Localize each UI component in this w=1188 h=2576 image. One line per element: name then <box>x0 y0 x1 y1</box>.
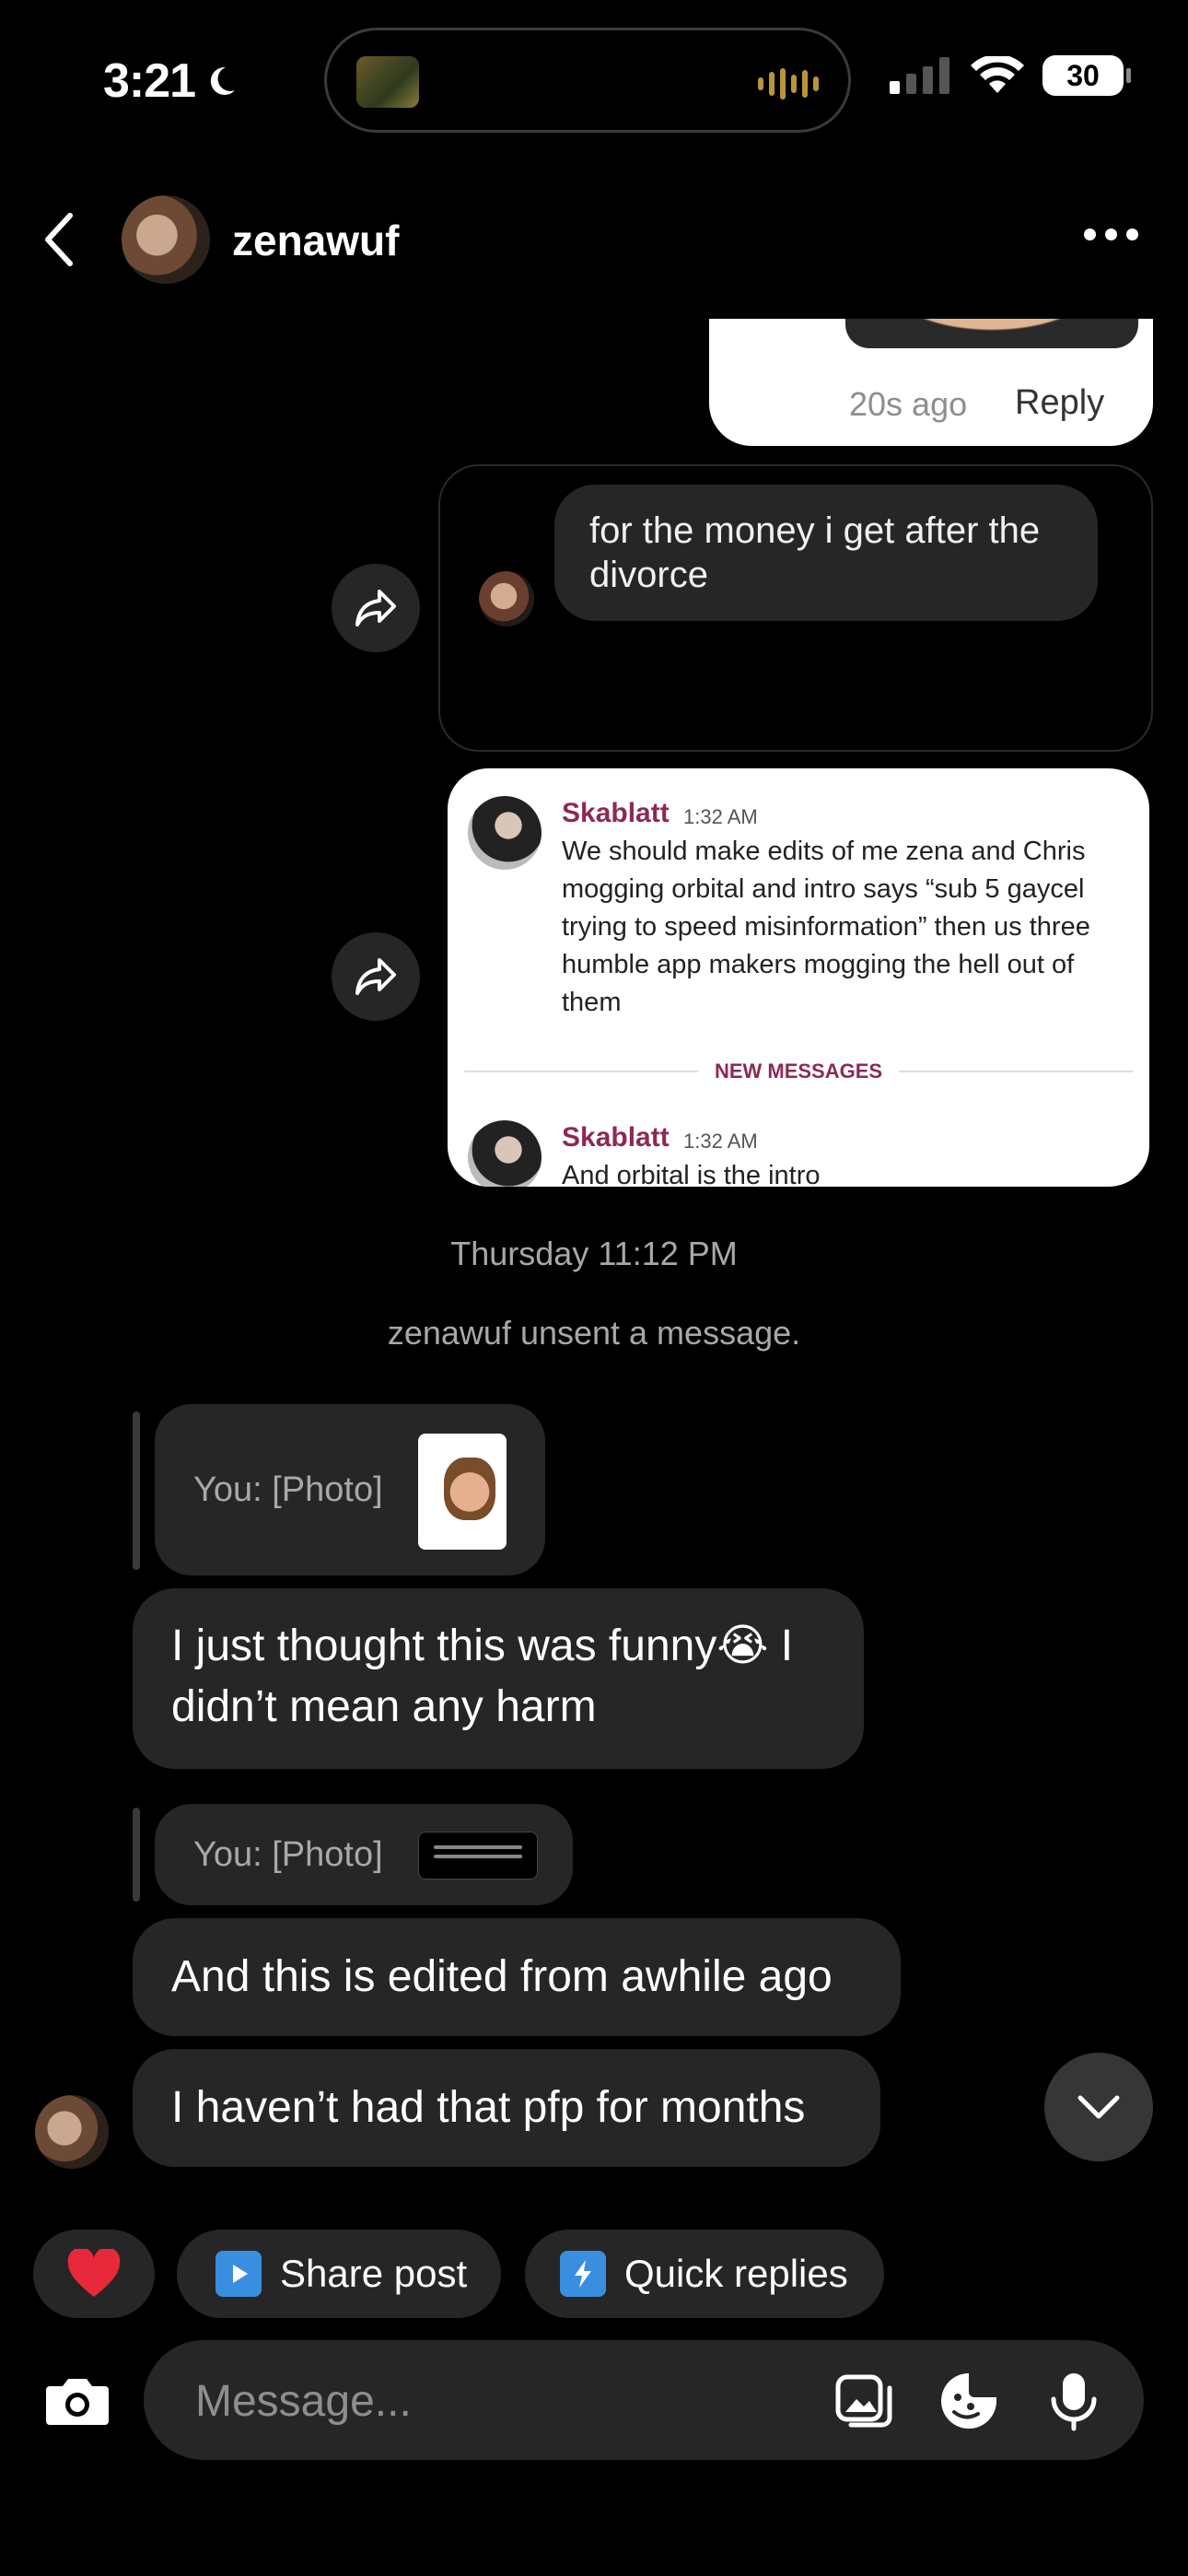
reply-indicator-bar <box>133 1808 140 1902</box>
quick-replies-label: Quick replies <box>624 2252 848 2295</box>
gallery-icon[interactable] <box>833 2370 895 2432</box>
message-bubble[interactable]: I haven’t had that pfp for months <box>133 2049 880 2167</box>
message-bubble[interactable]: And this is edited from awhile ago <box>133 1918 901 2036</box>
forward-button[interactable] <box>332 564 420 652</box>
discord-message-text: We should make edits of me zena and Chri… <box>562 837 1090 1017</box>
shared-post-reply-button[interactable]: Reply <box>1015 383 1104 423</box>
more-icon <box>1084 228 1096 240</box>
shared-post-time: 20s ago <box>849 385 968 423</box>
signal-icon <box>890 57 949 94</box>
back-icon <box>45 213 73 266</box>
discord-message-text: And orbital is the intro <box>562 1161 821 1187</box>
share-post-button[interactable]: Share post <box>177 2230 501 2318</box>
message-bubble[interactable]: I just thought this was funny😭 I didn’t … <box>133 1588 864 1769</box>
reply-quote-label: You: [Photo] <box>193 1470 383 1509</box>
camera-button[interactable] <box>42 2366 112 2436</box>
reply-quote-thumbnail <box>418 1434 507 1550</box>
reply-quote[interactable]: You: [Photo] <box>155 1804 573 1905</box>
discord-username: Skablatt <box>562 1122 670 1153</box>
unsent-notice: zenawuf unsent a message. <box>387 1314 801 1352</box>
chevron-down-icon <box>1077 2095 1120 2119</box>
discord-username: Skablatt <box>562 798 670 828</box>
wifi-icon <box>971 56 1024 93</box>
header-username[interactable]: zenawuf <box>232 216 399 265</box>
dynamic-island[interactable] <box>324 28 851 133</box>
quick-replies-icon <box>560 2251 606 2297</box>
now-playing-artwork <box>356 56 419 108</box>
discord-time: 1:32 AM <box>683 1130 758 1153</box>
back-button[interactable] <box>41 210 77 274</box>
message-composer[interactable] <box>144 2340 1144 2460</box>
heart-icon <box>67 2249 121 2297</box>
reshared-message-bubble: for the money i get after the divorce <box>554 485 1098 621</box>
discord-avatar <box>468 1120 542 1187</box>
sticker-icon[interactable] <box>938 2370 1000 2432</box>
battery-indicator: 30 <box>1042 55 1131 96</box>
chat-timestamp: Thursday 11:12 PM <box>450 1235 738 1272</box>
more-options-button[interactable] <box>1084 228 1138 240</box>
share-post-label: Share post <box>280 2252 468 2295</box>
reply-quote-thumbnail <box>418 1832 538 1879</box>
reply-quote[interactable]: You: [Photo] <box>155 1404 545 1575</box>
photo-message[interactable]: Skablatt 1:32 AM We should make edits of… <box>448 768 1149 1187</box>
discord-time: 1:32 AM <box>683 805 758 828</box>
camera-icon <box>46 2379 109 2425</box>
forward-button[interactable] <box>332 932 420 1021</box>
shared-post-image <box>845 319 1138 348</box>
reshared-avatar <box>479 571 534 626</box>
new-messages-divider: NEW MESSAGES <box>464 1060 1134 1083</box>
audio-waveform-icon <box>758 65 819 102</box>
forward-icon <box>355 958 396 995</box>
message-input[interactable] <box>193 2366 842 2436</box>
header-avatar[interactable] <box>122 195 210 284</box>
shared-post-card[interactable]: 20s ago Reply <box>709 319 1153 446</box>
scroll-to-bottom-button[interactable] <box>1044 2053 1153 2161</box>
quick-replies-button[interactable]: Quick replies <box>525 2230 884 2318</box>
forward-icon <box>355 590 396 626</box>
status-time: 3:21 <box>103 53 239 109</box>
status-icons: 30 <box>890 55 1131 96</box>
share-post-icon <box>215 2251 262 2297</box>
moon-icon <box>210 66 236 95</box>
reply-quote-label: You: [Photo] <box>193 1835 383 1874</box>
reply-indicator-bar <box>133 1411 140 1570</box>
sender-avatar[interactable] <box>35 2095 109 2169</box>
microphone-icon[interactable] <box>1042 2370 1105 2432</box>
heart-button[interactable] <box>33 2230 155 2318</box>
discord-avatar <box>468 796 542 870</box>
